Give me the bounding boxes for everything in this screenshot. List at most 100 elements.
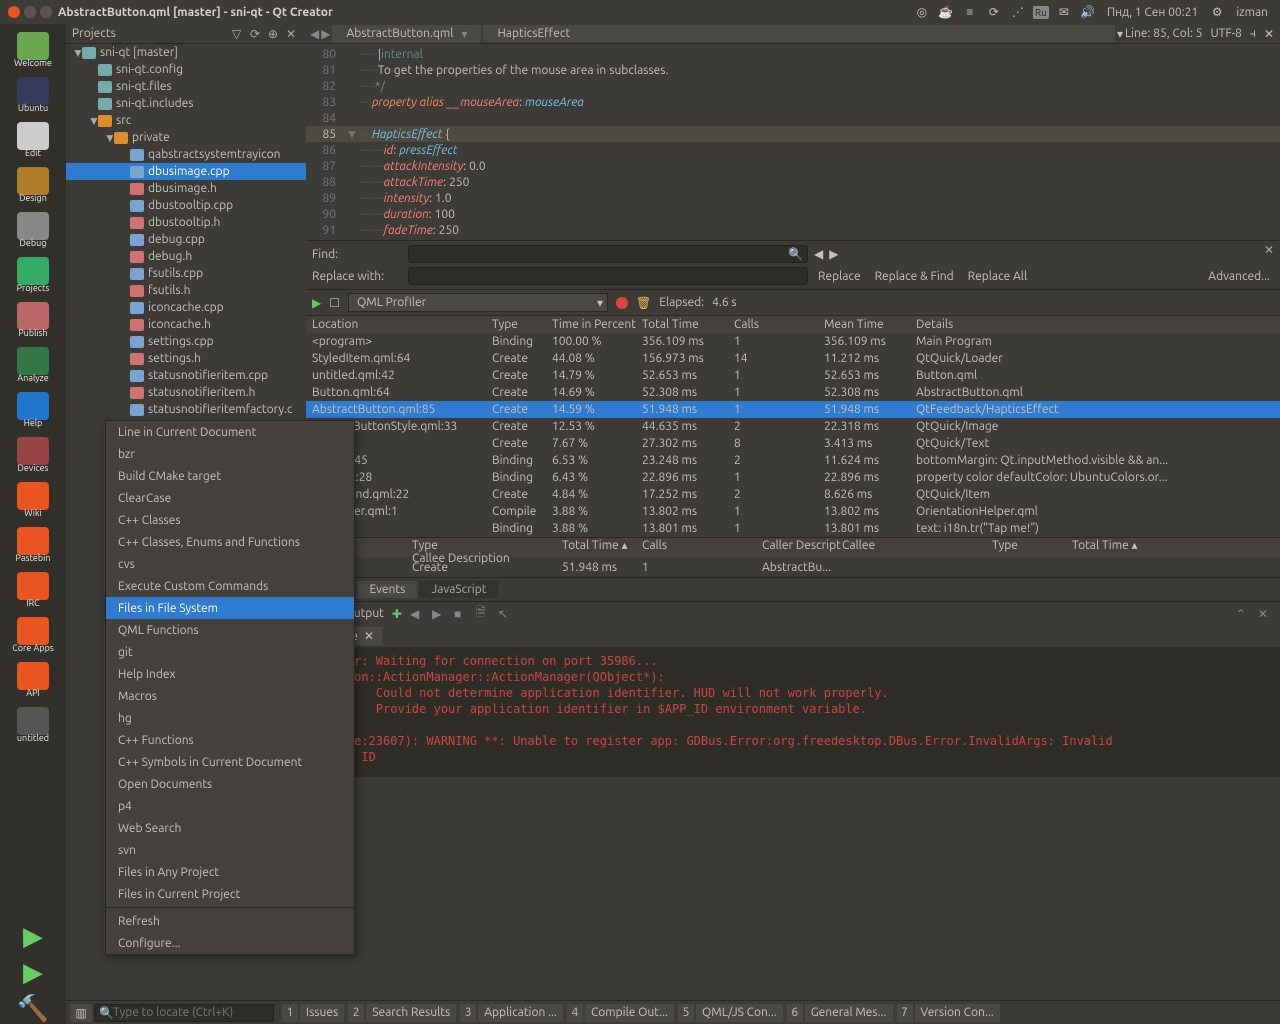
code-line[interactable]: 85▼····HapticsEffect·{ <box>306 126 1280 142</box>
replace-find-button[interactable]: Replace & Find <box>871 270 958 283</box>
prev-icon[interactable]: ◀ <box>410 607 424 621</box>
find-input[interactable]: 🔍 <box>408 245 808 263</box>
code-line[interactable]: 83····property·alias·__mouseArea:·mouseA… <box>306 94 1280 110</box>
popup-item[interactable]: Help Index <box>106 663 354 685</box>
copy-icon[interactable]: 🗎 <box>476 603 490 624</box>
status-tab[interactable]: 7Version Con... <box>897 1004 1000 1022</box>
nav-fwd-icon[interactable]: ▶ <box>321 27 330 41</box>
tree-item[interactable]: iconcache.h <box>66 316 306 333</box>
popup-item[interactable]: p4 <box>106 795 354 817</box>
code-line[interactable]: 80······|internal <box>306 46 1280 62</box>
popup-item[interactable]: C++ Functions <box>106 729 354 751</box>
launcher-item[interactable]: Debug <box>7 208 59 252</box>
profiler-dropdown[interactable]: QML Profiler ▾ <box>348 293 608 312</box>
replace-input[interactable] <box>408 267 808 285</box>
tree-item[interactable]: qabstractsystemtrayicon <box>66 146 306 163</box>
popup-item[interactable]: QML Functions <box>106 619 354 641</box>
sync-icon[interactable]: ⟳ <box>250 27 264 41</box>
launcher-item[interactable]: Core Apps <box>7 613 59 657</box>
tree-item[interactable]: statusnotifieritem.cpp <box>66 367 306 384</box>
popup-item[interactable]: Files in File System <box>106 597 354 619</box>
tree-item[interactable]: fsutils.h <box>66 282 306 299</box>
user-name[interactable]: izman <box>1232 6 1272 19</box>
popup-item[interactable]: git <box>106 641 354 663</box>
close-icon[interactable]: ✕ <box>364 629 374 643</box>
launcher-item[interactable]: Pastebin <box>7 523 59 567</box>
table-row[interactable]: Button.qml:64Create14.69 %52.308 ms152.3… <box>306 384 1280 401</box>
toggle-sidebar-icon[interactable]: ▥ <box>70 1004 92 1022</box>
code-editor[interactable]: 80······|internal81······To·get·the·prop… <box>306 44 1280 240</box>
sync-icon[interactable]: ⟳ <box>985 3 1003 21</box>
code-line[interactable]: 86········id:·pressEffect <box>306 142 1280 158</box>
clock[interactable]: Пнд, 1 Сен 00:21 <box>1103 6 1202 19</box>
popup-item[interactable]: Files in Any Project <box>106 861 354 883</box>
launcher-item[interactable]: Design <box>7 163 59 207</box>
popup-item[interactable]: Configure... <box>106 932 354 954</box>
popup-item[interactable]: C++ Classes, Enums and Functions <box>106 531 354 553</box>
tree-item[interactable]: iconcache.cpp <box>66 299 306 316</box>
popup-item[interactable]: Refresh <box>106 910 354 932</box>
tree-item[interactable]: dbusimage.h <box>66 180 306 197</box>
launcher-item[interactable]: Wiki <box>7 478 59 522</box>
launcher-item[interactable]: IRC <box>7 568 59 612</box>
popup-item[interactable]: Files in Current Project <box>106 883 354 905</box>
table-row[interactable]: ToolbarButtonStyle.qml:33Create12.53 %44… <box>306 418 1280 435</box>
status-tab[interactable]: 6General Mes... <box>787 1004 893 1022</box>
table-row[interactable]: StyledItem.qml:64Create44.08 %156.973 ms… <box>306 350 1280 367</box>
table-row[interactable]: qml:46Binding3.88 %13.801 ms113.801 mste… <box>306 520 1280 537</box>
popup-item[interactable]: Execute Custom Commands <box>106 575 354 597</box>
close-icon[interactable]: ✕ <box>1264 27 1274 41</box>
pointer-icon[interactable]: ↖ <box>498 607 512 621</box>
tab-file[interactable]: AbstractButton.qml ▾ <box>332 25 481 43</box>
tab-symbol[interactable]: HapticsEffect <box>483 25 1115 42</box>
replace-all-button[interactable]: Replace All <box>964 270 1031 283</box>
close-icon[interactable]: ✕ <box>1258 607 1272 621</box>
checkbox[interactable]: ☐ <box>329 296 340 310</box>
table-row[interactable]: AbstractButton.qml:85Create14.59 %51.948… <box>306 401 1280 418</box>
status-tab[interactable]: 1Issues <box>282 1004 344 1022</box>
gear-icon[interactable]: ⚙ <box>1208 3 1226 21</box>
code-line[interactable]: 88········attackTime:·250 <box>306 174 1280 190</box>
tree-item[interactable]: statusnotifieritemfactory.c <box>66 401 306 418</box>
tree-item[interactable]: debug.cpp <box>66 231 306 248</box>
run-icon[interactable]: ▶ <box>23 957 43 988</box>
close-icon[interactable]: ✕ <box>286 27 300 41</box>
minimize-icon[interactable] <box>24 6 36 18</box>
profiler-table[interactable]: LocationTypeTime in PercentTotal TimeCal… <box>306 315 1280 537</box>
expand-icon[interactable]: ⌃ <box>1236 607 1250 621</box>
code-line[interactable]: 89········intensity:·1.0 <box>306 190 1280 206</box>
status-tab[interactable]: 3Application ... <box>460 1004 563 1022</box>
advanced-button[interactable]: Advanced... <box>1204 270 1274 283</box>
add-icon[interactable]: ⊕ <box>268 27 282 41</box>
mail-icon[interactable]: ✉ <box>1055 3 1073 21</box>
output-console[interactable]: bugger: Waiting for connection on port 3… <box>306 647 1280 777</box>
table-row[interactable]: ml:40Create7.67 %27.302 ms83.413 msQtQui… <box>306 435 1280 452</box>
clear-icon[interactable]: 🗑 <box>636 296 651 310</box>
tree-item[interactable]: dbustooltip.cpp <box>66 197 306 214</box>
filter-icon[interactable]: ▽ <box>232 27 246 41</box>
maximize-icon[interactable] <box>40 6 52 18</box>
popup-item[interactable]: ClearCase <box>106 487 354 509</box>
popup-item[interactable]: Open Documents <box>106 773 354 795</box>
caller-row[interactable]: ml:64Create51.948 ms1AbstractBu... <box>306 557 1280 577</box>
popup-item[interactable]: C++ Symbols in Current Document <box>106 751 354 773</box>
popup-item[interactable]: bzr <box>106 443 354 465</box>
code-line[interactable]: 81······To·get·the·properties·of·the·mou… <box>306 62 1280 78</box>
launcher-item[interactable]: Devices <box>7 433 59 477</box>
close-icon[interactable]: ✕ <box>1264 243 1274 257</box>
popup-item[interactable]: svn <box>106 839 354 861</box>
close-icon[interactable] <box>8 6 20 18</box>
status-tab[interactable]: 5QML/JS Con... <box>678 1004 783 1022</box>
launcher-item[interactable]: Publish <box>7 298 59 342</box>
table-row[interactable]: oreground.qml:22Create4.84 %17.252 ms28.… <box>306 486 1280 503</box>
code-line[interactable]: 90········duration:·100 <box>306 206 1280 222</box>
code-line[interactable]: 87········attackIntensity:·0.0 <box>306 158 1280 174</box>
profiler-tab[interactable]: Events <box>357 581 417 598</box>
run-icon[interactable]: ▶ <box>312 296 321 310</box>
tree-item[interactable]: fsutils.cpp <box>66 265 306 282</box>
tree-item[interactable]: ▼src <box>66 112 306 129</box>
profiler-tab[interactable]: JavaScript <box>419 581 498 598</box>
launcher-item[interactable]: Help <box>7 388 59 432</box>
launcher-item[interactable]: API <box>7 658 59 702</box>
popup-item[interactable]: Build CMake target <box>106 465 354 487</box>
